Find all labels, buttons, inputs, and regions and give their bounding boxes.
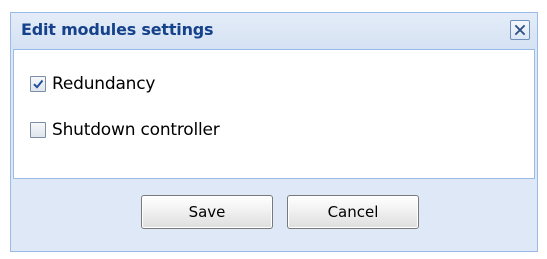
dialog-title: Edit modules settings <box>21 20 214 39</box>
redundancy-checkbox[interactable] <box>30 76 46 92</box>
redundancy-option[interactable]: Redundancy <box>30 72 155 96</box>
edit-modules-dialog: Edit modules settings Redundancy Shutdow… <box>10 12 538 252</box>
redundancy-label: Redundancy <box>52 74 156 94</box>
cancel-button[interactable]: Cancel <box>287 195 419 229</box>
shutdown-controller-checkbox[interactable] <box>30 122 46 138</box>
close-button[interactable] <box>510 20 530 40</box>
dialog-titlebar: Edit modules settings <box>11 13 537 49</box>
shutdown-controller-label: Shutdown controller <box>52 120 220 140</box>
settings-panel: Redundancy Shutdown controller <box>13 49 535 179</box>
checkmark-icon <box>33 79 44 89</box>
shutdown-controller-option[interactable]: Shutdown controller <box>30 118 220 142</box>
save-button[interactable]: Save <box>141 195 273 229</box>
close-icon <box>514 24 526 36</box>
